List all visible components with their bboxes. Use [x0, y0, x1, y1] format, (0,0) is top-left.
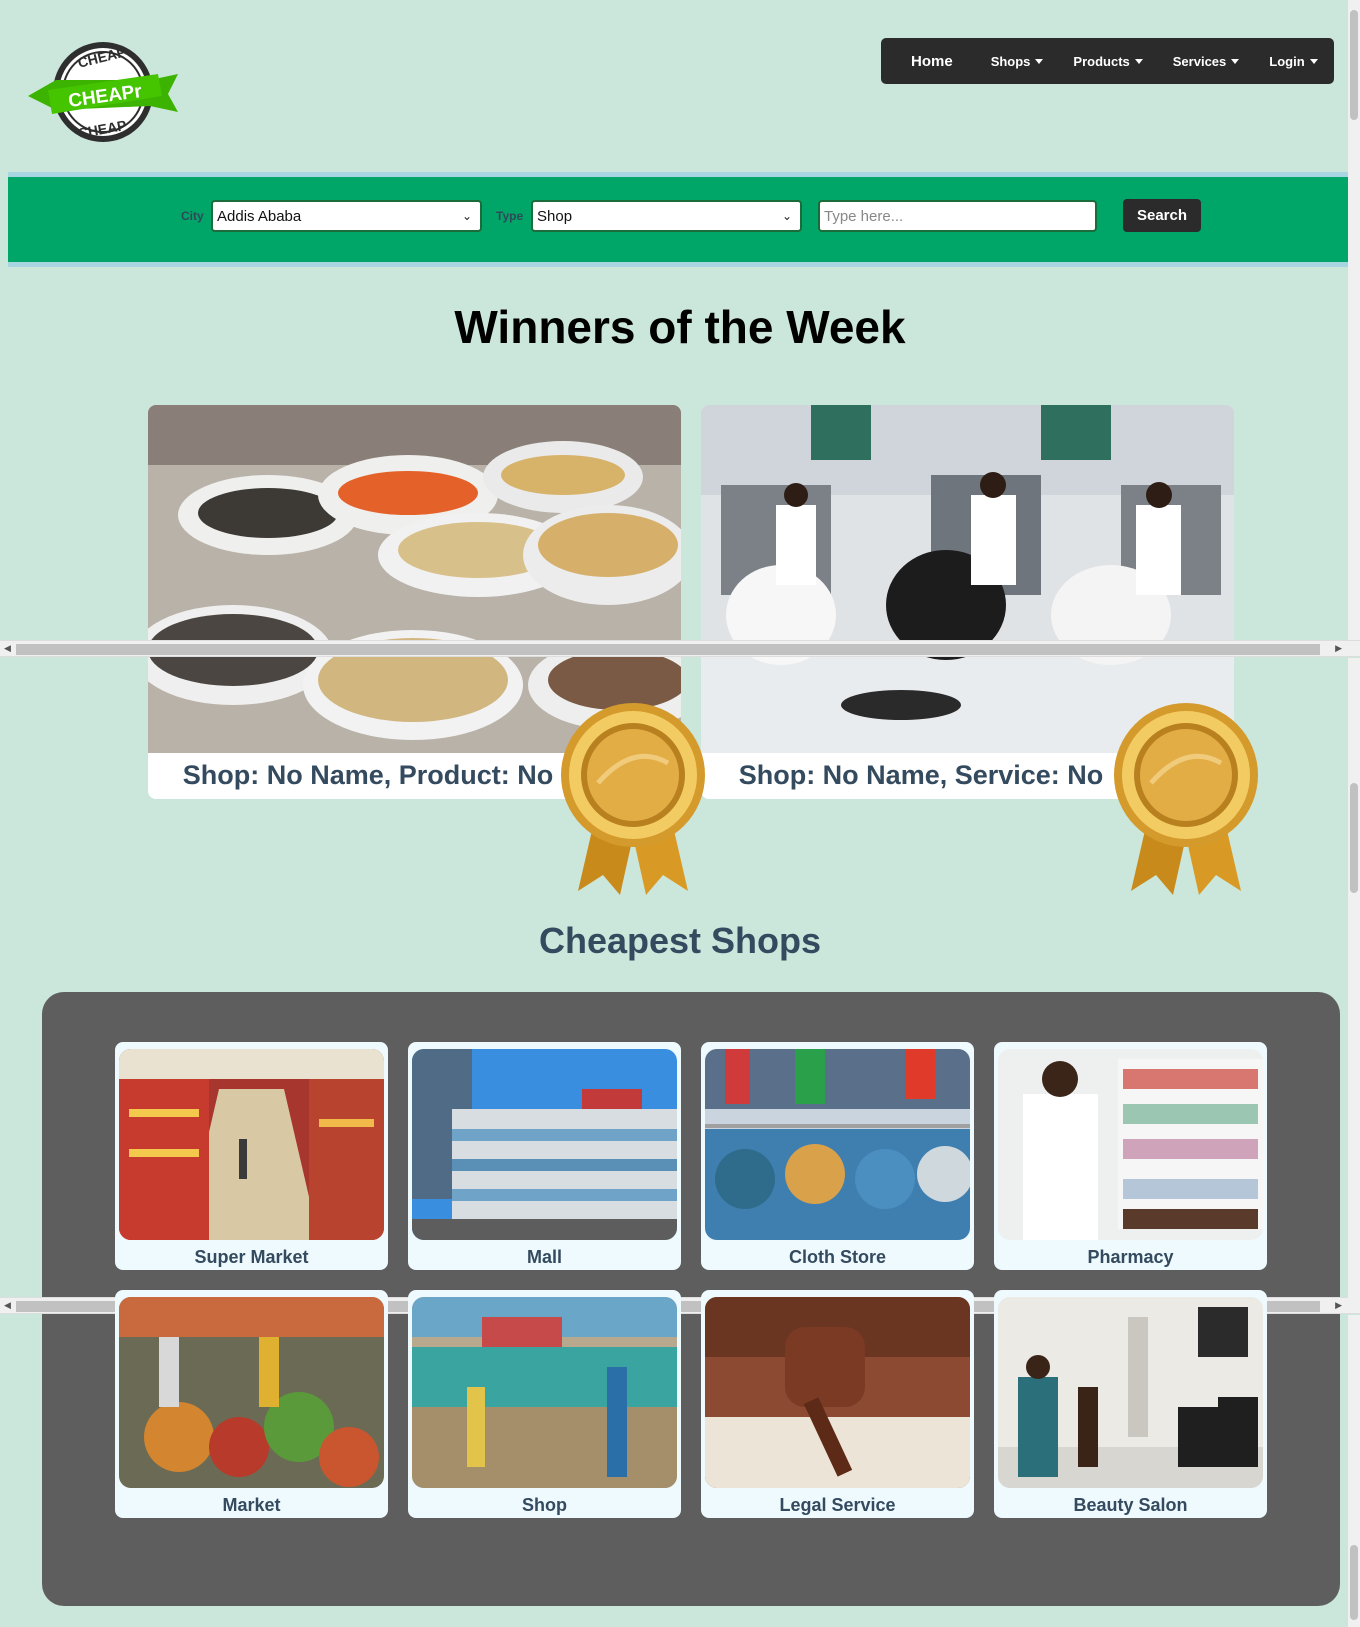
shop-image	[412, 1297, 677, 1488]
vertical-scrollbar-thumb[interactable]	[1350, 783, 1358, 893]
nav-shops-label: Shops	[990, 53, 1031, 69]
shop-label: Cloth Store	[789, 1247, 886, 1267]
nav-login-dropdown[interactable]: Login	[1269, 53, 1318, 69]
winner-caption: Shop: No Name, Product: No	[182, 760, 554, 790]
city-select-value: Addis Ababa	[217, 207, 302, 225]
shop-label: Market	[222, 1495, 281, 1515]
caret-down-icon	[1231, 58, 1240, 64]
shop-card-beauty-salon[interactable]: Beauty Salon	[994, 1290, 1267, 1518]
shop-card-super-market[interactable]: Super Market	[115, 1042, 388, 1270]
vertical-scrollbar-thumb[interactable]	[1350, 10, 1358, 120]
chevron-down-icon: ⌄	[461, 209, 472, 223]
caret-down-icon	[1134, 58, 1143, 64]
city-label: City	[181, 209, 204, 223]
legal-service-image	[705, 1297, 970, 1488]
winner-caption: Shop: No Name, Service: No	[738, 760, 1104, 790]
vertical-scrollbar-thumb[interactable]	[1350, 1545, 1358, 1620]
scroll-left-icon[interactable]: ◀	[4, 643, 11, 654]
mall-image	[412, 1049, 677, 1240]
shop-card-shop[interactable]: Shop	[408, 1290, 681, 1518]
cloth-store-image	[705, 1049, 970, 1240]
nav-services-label: Services	[1172, 53, 1227, 69]
nav-products-label: Products	[1073, 53, 1130, 69]
caret-down-icon	[1035, 58, 1044, 64]
market-image	[119, 1297, 384, 1488]
nav-shops-dropdown[interactable]: Shops	[991, 54, 1044, 69]
shop-card-legal-service[interactable]: Legal Service	[701, 1290, 974, 1518]
cheapest-shops-title: Cheapest Shops	[538, 920, 822, 961]
shop-label: Shop	[522, 1495, 567, 1515]
scroll-right-icon[interactable]: ▶	[1335, 1300, 1342, 1311]
type-label: Type	[496, 209, 524, 223]
band-bottom-border	[8, 262, 1350, 267]
vertical-scrollbar[interactable]	[1348, 0, 1360, 640]
beauty-salon-image	[998, 1297, 1263, 1488]
nav-services-dropdown[interactable]: Services	[1173, 54, 1240, 69]
search-input[interactable]: Type here...	[818, 200, 1097, 232]
shop-label: Pharmacy	[1087, 1247, 1174, 1267]
nav-home[interactable]: Home	[911, 53, 953, 70]
gold-medal-icon	[1114, 703, 1258, 895]
cheapr-logo[interactable]: CHEAPr CHEAP CHEAP	[28, 36, 178, 148]
shop-card-market[interactable]: Market	[115, 1290, 388, 1518]
winners-title: Winners of the Week	[454, 301, 906, 353]
main-navbar: Home Shops Products Services Login	[881, 38, 1334, 84]
type-select[interactable]: Shop ⌄	[531, 200, 802, 232]
shop-card-cloth-store[interactable]: Cloth Store	[701, 1042, 974, 1270]
scrollbar-thumb[interactable]	[16, 644, 1320, 655]
scroll-left-icon[interactable]: ◀	[4, 1300, 11, 1311]
caret-down-icon	[1309, 58, 1318, 64]
shop-card-pharmacy[interactable]: Pharmacy	[994, 1042, 1267, 1270]
vertical-scrollbar[interactable]	[1348, 1315, 1360, 1627]
pharmacy-image	[998, 1049, 1263, 1240]
gold-medal-icon	[561, 703, 705, 895]
shop-label: Super Market	[194, 1247, 309, 1267]
shop-label: Legal Service	[779, 1495, 896, 1515]
city-select[interactable]: Addis Ababa ⌄	[211, 200, 482, 232]
shop-label: Beauty Salon	[1073, 1495, 1188, 1515]
shop-card-mall[interactable]: Mall	[408, 1042, 681, 1270]
nav-login-label: Login	[1269, 53, 1305, 69]
horizontal-scrollbar[interactable]: ◀ ▶	[0, 640, 1360, 657]
grain-sacks-image	[148, 405, 681, 753]
chevron-down-icon: ⌄	[781, 209, 792, 223]
type-select-value: Shop	[537, 207, 573, 225]
shop-label: Mall	[526, 1247, 562, 1267]
search-button[interactable]: Search	[1123, 199, 1201, 232]
scroll-right-icon[interactable]: ▶	[1335, 643, 1342, 654]
nav-products-dropdown[interactable]: Products	[1073, 53, 1143, 69]
vertical-scrollbar[interactable]	[1348, 658, 1360, 1298]
barber-shop-image	[701, 405, 1234, 753]
super-market-image	[119, 1049, 384, 1240]
